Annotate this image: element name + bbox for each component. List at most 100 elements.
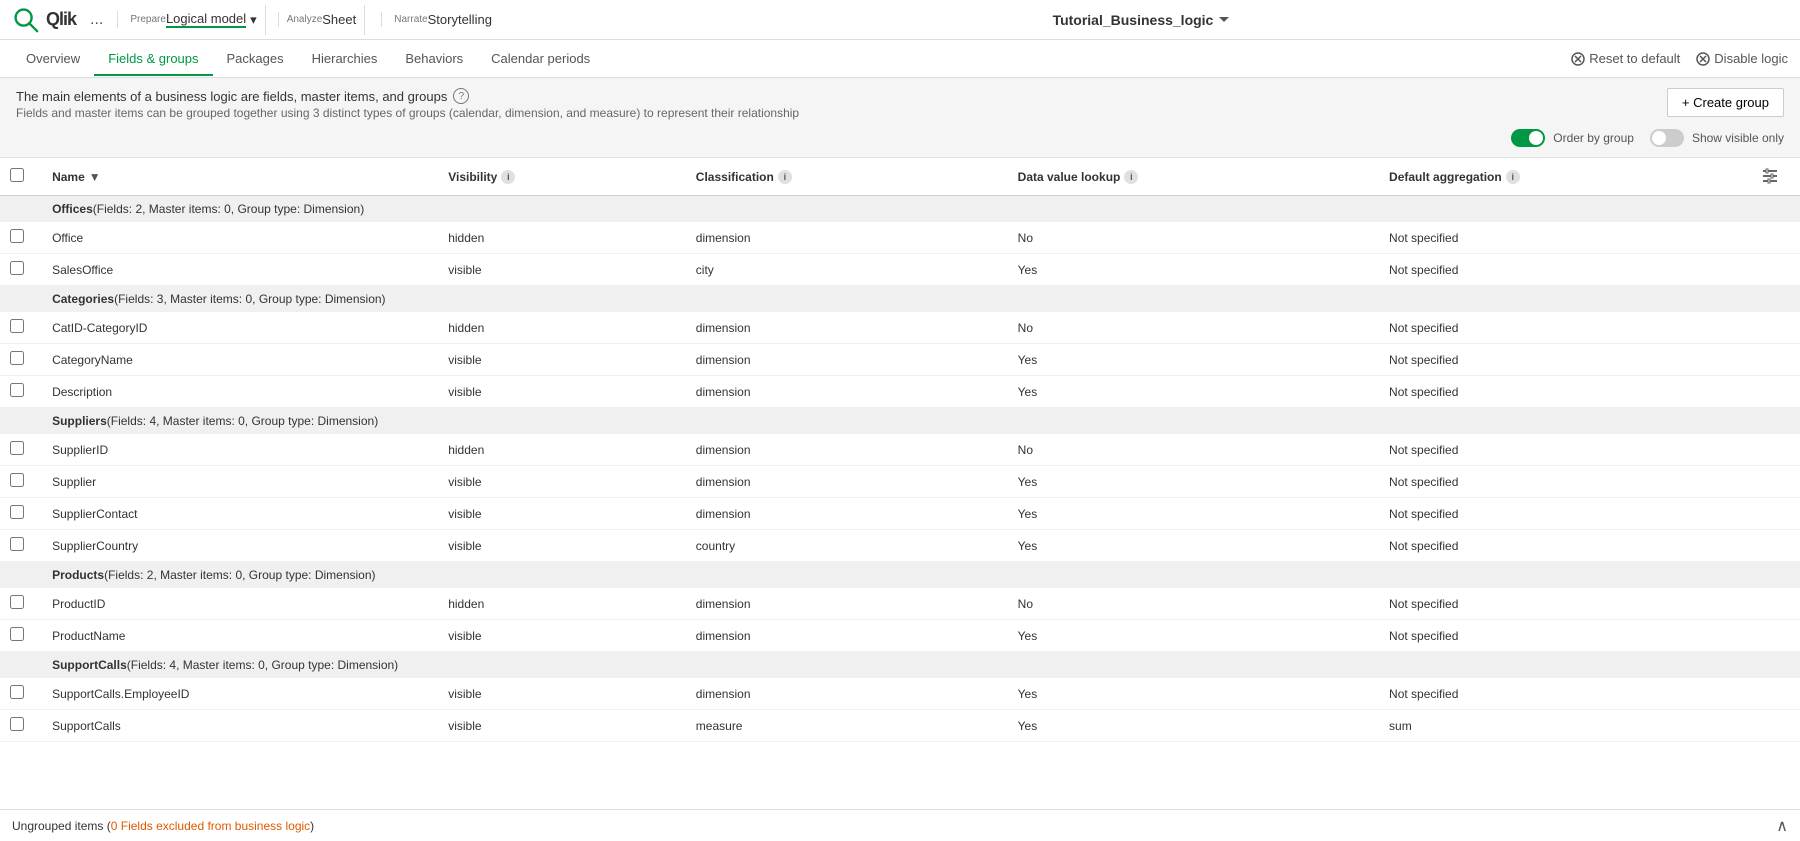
select-all-checkbox[interactable] [10,168,24,182]
default-aggregation-info-icon[interactable]: i [1506,170,1520,184]
reset-to-default-button[interactable]: Reset to default [1571,51,1680,66]
group-row: Categories(Fields: 3, Master items: 0, G… [0,286,1800,313]
table-header-row: Name ▼ Visibility i Classification i [0,158,1800,196]
row-name: SupplierContact [42,498,438,530]
row-default-aggregation: Not specified [1379,222,1750,254]
table-row[interactable]: CatID-CategoryID hidden dimension No Not… [0,312,1800,344]
name-filter-icon[interactable]: ▼ [89,170,101,184]
row-actions [1750,678,1800,710]
row-checkbox[interactable] [10,473,24,487]
table-row[interactable]: Description visible dimension Yes Not sp… [0,376,1800,408]
tab-packages[interactable]: Packages [213,43,298,76]
row-visibility: visible [438,710,686,742]
table-row[interactable]: SupplierContact visible dimension Yes No… [0,498,1800,530]
row-actions [1750,498,1800,530]
row-checkbox[interactable] [10,717,24,731]
th-visibility: Visibility i [438,158,686,196]
show-visible-only-label: Show visible only [1692,131,1784,145]
table-row[interactable]: Office hidden dimension No Not specified [0,222,1800,254]
row-classification: dimension [686,434,1008,466]
row-visibility: visible [438,254,686,286]
tab-fields-groups[interactable]: Fields & groups [94,43,212,76]
tab-calendar-periods[interactable]: Calendar periods [477,43,604,76]
disable-logic-button[interactable]: Disable logic [1696,51,1788,66]
classification-info-icon[interactable]: i [778,170,792,184]
table-row[interactable]: SalesOffice visible city Yes Not specifi… [0,254,1800,286]
row-checkbox[interactable] [10,319,24,333]
excluded-fields-link[interactable]: 0 Fields excluded from business logic [111,819,310,833]
row-visibility: visible [438,530,686,562]
table-row[interactable]: SupplierCountry visible country Yes Not … [0,530,1800,562]
logical-model-value[interactable]: Logical model ▾ [166,11,257,28]
row-default-aggregation: Not specified [1379,588,1750,620]
table-row[interactable]: SupplierID hidden dimension No Not speci… [0,434,1800,466]
info-text: The main elements of a business logic ar… [16,88,799,120]
sheet-value[interactable]: Sheet [322,12,356,27]
app-title-chevron[interactable] [1219,17,1229,22]
row-data-value-lookup: No [1008,222,1379,254]
table-row[interactable]: ProductID hidden dimension No Not specif… [0,588,1800,620]
table-row[interactable]: ProductName visible dimension Yes Not sp… [0,620,1800,652]
row-actions [1750,530,1800,562]
narrate-label: Narrate [394,15,427,25]
tab-overview[interactable]: Overview [12,43,94,76]
show-visible-only-toggle[interactable] [1650,129,1684,147]
info-title: The main elements of a business logic ar… [16,88,799,104]
row-actions [1750,222,1800,254]
row-visibility: visible [438,376,686,408]
create-group-button[interactable]: + Create group [1667,88,1784,117]
row-classification: dimension [686,222,1008,254]
title-help-icon[interactable]: ? [453,88,469,104]
order-by-group-toggle[interactable] [1511,129,1545,147]
row-checkbox[interactable] [10,441,24,455]
row-actions [1750,466,1800,498]
nav-tabs: Overview Fields & groups Packages Hierar… [0,40,1800,78]
row-actions [1750,710,1800,742]
more-menu-button[interactable]: ... [84,7,109,33]
storytelling-value[interactable]: Storytelling [428,12,492,27]
table-row[interactable]: CategoryName visible dimension Yes Not s… [0,344,1800,376]
row-checkbox[interactable] [10,627,24,641]
group-row: Products(Fields: 2, Master items: 0, Gro… [0,562,1800,589]
row-checkbox-cell [0,498,42,530]
row-visibility: visible [438,466,686,498]
row-checkbox[interactable] [10,351,24,365]
ungrouped-items-label: Ungrouped items [12,819,103,833]
row-default-aggregation: Not specified [1379,530,1750,562]
column-settings-button[interactable] [1760,166,1780,186]
row-checkbox[interactable] [10,537,24,551]
row-classification: dimension [686,312,1008,344]
row-name: Description [42,376,438,408]
row-checkbox-cell [0,466,42,498]
row-checkbox[interactable] [10,685,24,699]
row-checkbox[interactable] [10,505,24,519]
th-name: Name ▼ [42,158,438,196]
row-checkbox[interactable] [10,595,24,609]
row-visibility: hidden [438,434,686,466]
table-row[interactable]: SupportCalls visible measure Yes sum [0,710,1800,742]
row-checkbox[interactable] [10,229,24,243]
table-row[interactable]: Supplier visible dimension Yes Not speci… [0,466,1800,498]
table-row[interactable]: SupportCalls.EmployeeID visible dimensio… [0,678,1800,710]
row-classification: dimension [686,466,1008,498]
row-classification: dimension [686,620,1008,652]
row-name: SupportCalls.EmployeeID [42,678,438,710]
tab-hierarchies[interactable]: Hierarchies [298,43,392,76]
tab-behaviors[interactable]: Behaviors [391,43,477,76]
row-checkbox-cell [0,312,42,344]
row-checkbox[interactable] [10,261,24,275]
row-data-value-lookup: Yes [1008,254,1379,286]
bottom-chevron-up[interactable]: ∧ [1776,816,1788,836]
visibility-info-icon[interactable]: i [501,170,515,184]
row-checkbox-cell [0,222,42,254]
row-checkbox-cell [0,710,42,742]
row-checkbox[interactable] [10,383,24,397]
row-data-value-lookup: Yes [1008,620,1379,652]
row-name: CategoryName [42,344,438,376]
row-actions [1750,620,1800,652]
data-value-lookup-info-icon[interactable]: i [1124,170,1138,184]
row-visibility: visible [438,620,686,652]
row-data-value-lookup: Yes [1008,678,1379,710]
row-name: CatID-CategoryID [42,312,438,344]
row-classification: dimension [686,588,1008,620]
